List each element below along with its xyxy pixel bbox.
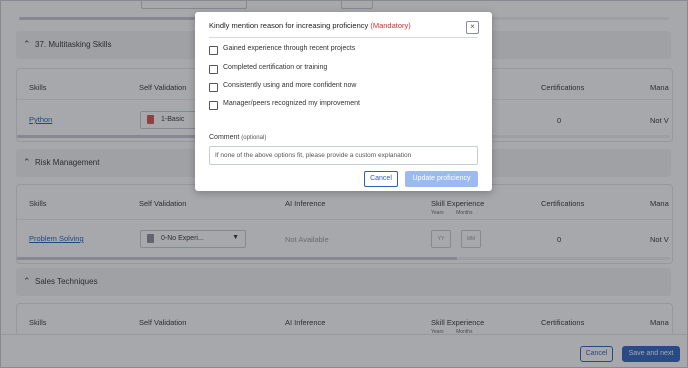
option-label: Manager/peers recognized my improvement xyxy=(223,100,360,107)
checkbox[interactable] xyxy=(209,101,218,110)
close-icon[interactable]: × xyxy=(466,21,479,34)
comment-label: Comment (optional) xyxy=(209,134,266,141)
dialog-title: Kindly mention reason for increasing pro… xyxy=(209,21,411,30)
comment-input[interactable]: If none of the above options fit, please… xyxy=(209,146,478,165)
update-proficiency-button[interactable]: Update proficiency xyxy=(405,171,478,187)
mandatory-label: (Mandatory) xyxy=(370,21,411,30)
comment-placeholder: If none of the above options fit, please… xyxy=(215,152,412,159)
checkbox[interactable] xyxy=(209,46,218,55)
dialog-cancel-button[interactable]: Cancel xyxy=(364,171,398,187)
proficiency-reason-dialog: Kindly mention reason for increasing pro… xyxy=(195,12,492,191)
option-label: Gained experience through recent project… xyxy=(223,45,356,52)
option-label: Completed certification or training xyxy=(223,64,328,71)
checkbox[interactable] xyxy=(209,65,218,74)
dialog-divider xyxy=(209,37,478,38)
optional-label: (optional) xyxy=(241,135,267,141)
checkbox[interactable] xyxy=(209,83,218,92)
dialog-title-text: Kindly mention reason for increasing pro… xyxy=(209,21,369,30)
comment-label-text: Comment xyxy=(209,134,240,141)
option-label: Consistently using and more confident no… xyxy=(223,82,357,89)
